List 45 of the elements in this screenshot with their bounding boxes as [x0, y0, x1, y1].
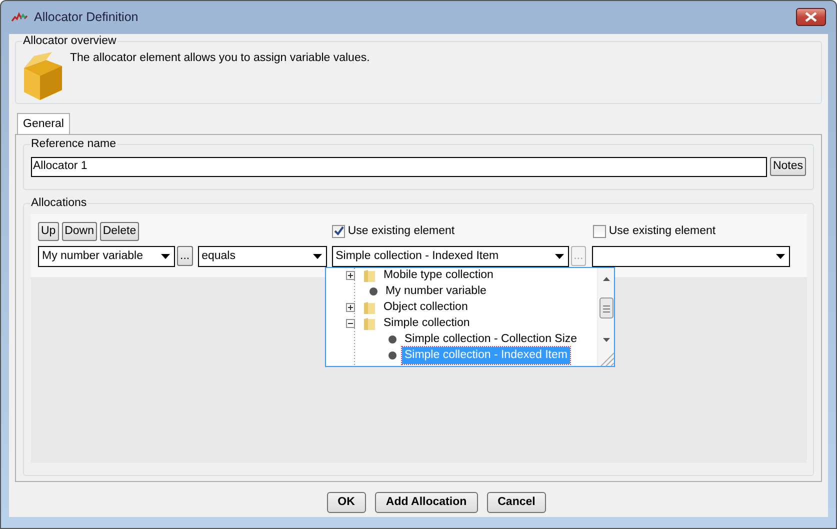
app-logo-icon	[11, 11, 28, 24]
overview-description: The allocator element allows you to assign variable values.	[70, 50, 370, 66]
tree-item[interactable]: Simple collection - Collection Size	[402, 331, 580, 348]
tree-item[interactable]: Simple collection	[380, 315, 473, 332]
variable-dropdown[interactable]: My number variable	[38, 246, 175, 267]
notes-button[interactable]: Notes	[770, 157, 806, 176]
folder-icon	[362, 300, 376, 315]
reference-name-field[interactable]: Allocator 1	[31, 156, 768, 177]
tab[interactable]: General	[17, 112, 70, 134]
leaf-dot-icon	[368, 287, 378, 296]
tree-item[interactable]: Object collection	[380, 299, 471, 316]
toolbar-button[interactable]: Up	[38, 222, 59, 241]
tree-item[interactable]: My number variable	[382, 283, 490, 300]
folder-icon	[362, 316, 376, 331]
dropdown-value: equals	[202, 248, 236, 264]
folder-icon	[362, 268, 376, 283]
close-button[interactable]	[796, 8, 826, 26]
operator-dropdown[interactable]: equals	[198, 246, 327, 267]
toolbar-button[interactable]: Delete	[100, 222, 140, 241]
dropdown-value: My number variable	[42, 248, 143, 264]
target-dropdown[interactable]: Simple collection - Indexed Item	[332, 246, 569, 267]
checkbox-label: Use existing element	[608, 224, 716, 239]
checkbox[interactable]	[332, 224, 345, 238]
scrollbar[interactable]	[596, 268, 614, 366]
checkbox[interactable]	[593, 224, 606, 238]
checkbox-label: Use existing element	[348, 224, 455, 239]
dropdown-arrow-icon	[776, 254, 786, 259]
value-dropdown[interactable]	[592, 246, 790, 267]
dialog-button[interactable]: Add Allocation	[374, 492, 478, 513]
dialog-button[interactable]: OK	[326, 492, 366, 513]
leaf-dot-icon	[388, 351, 397, 360]
dialog-button[interactable]: Cancel	[486, 492, 546, 513]
dropdown-arrow-icon	[554, 254, 564, 259]
tree-item[interactable]: Mobile type collection	[380, 267, 496, 284]
toolbar-button[interactable]: Down	[62, 222, 97, 241]
expander-icon[interactable]	[346, 319, 355, 328]
dropdown-arrow-icon	[161, 254, 170, 259]
window-title: Allocator Definition	[34, 9, 138, 26]
leaf-dot-icon	[388, 335, 397, 344]
expander-icon[interactable]	[346, 271, 355, 280]
close-icon	[804, 12, 818, 22]
expander-icon[interactable]	[346, 303, 355, 312]
browse-button[interactable]: ...	[177, 246, 193, 266]
dropdown-arrow-icon	[312, 254, 322, 259]
dropdown-value: Simple collection - Indexed Item	[336, 248, 499, 264]
